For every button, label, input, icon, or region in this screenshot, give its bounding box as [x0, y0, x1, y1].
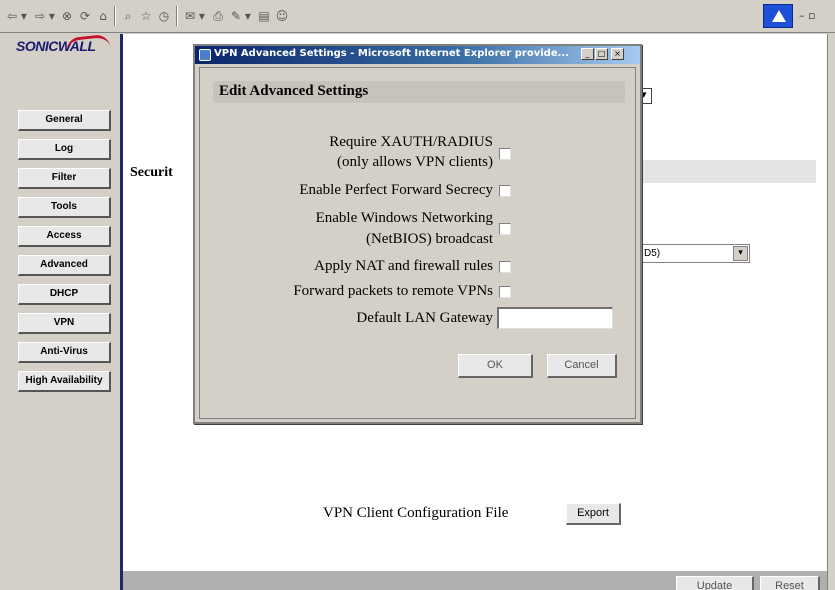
refresh-icon[interactable]: ⟳	[78, 7, 92, 25]
forward-checkbox[interactable]	[499, 286, 511, 298]
chevron-down-icon[interactable]: ▾	[733, 246, 748, 261]
discuss-icon[interactable]: ▤	[257, 7, 271, 25]
dialog-title: VPN Advanced Settings - Microsoft Intern…	[214, 48, 570, 59]
nat-label: Apply NAT and firewall rules	[314, 258, 493, 274]
maximize-icon[interactable]: □	[595, 48, 608, 60]
window-controls-icon[interactable]: – ▫	[799, 9, 815, 22]
pfs-label: Enable Perfect Forward Secrecy	[299, 182, 493, 198]
reset-button[interactable]: Reset	[760, 576, 820, 590]
stop-icon[interactable]: ⊗	[60, 7, 74, 25]
nav-general-button[interactable]: General	[18, 110, 111, 131]
dialog-header-band: Edit Advanced Settings	[213, 81, 625, 103]
edit-icon[interactable]: ✎ ▾	[229, 7, 253, 25]
nav-vpn-button[interactable]: VPN	[18, 313, 111, 334]
security-section-label: Securit	[130, 165, 173, 180]
netbios-label-line1: Enable Windows Networking	[315, 210, 493, 226]
toolbar-separator	[176, 6, 178, 26]
search-icon[interactable]: ⌕	[121, 7, 135, 25]
minimize-icon[interactable]: _	[581, 48, 594, 60]
dialog-heading: Edit Advanced Settings	[219, 83, 369, 99]
scrollbar-edge[interactable]	[827, 34, 835, 590]
vpn-advanced-settings-dialog: VPN Advanced Settings - Microsoft Intern…	[193, 44, 642, 424]
nav-dhcp-button[interactable]: DHCP	[18, 284, 111, 305]
back-icon[interactable]: ⇦ ▾	[4, 7, 30, 25]
forward-icon[interactable]: ⇨ ▾	[32, 7, 58, 25]
nav-advanced-button[interactable]: Advanced	[18, 255, 111, 276]
favorites-icon[interactable]: ☆	[139, 7, 153, 25]
cancel-button[interactable]: Cancel	[547, 354, 617, 378]
close-icon[interactable]: ×	[611, 48, 624, 60]
nav-log-button[interactable]: Log	[18, 139, 111, 160]
nav-filter-button[interactable]: Filter	[18, 168, 111, 189]
export-button[interactable]: Export	[566, 503, 621, 525]
netbios-checkbox[interactable]	[499, 223, 511, 235]
background-select[interactable]: D5) ▾	[640, 244, 750, 263]
xauth-label-line1: Require XAUTH/RADIUS	[329, 134, 493, 150]
pfs-checkbox[interactable]	[499, 185, 511, 197]
section-header-band	[640, 160, 816, 183]
mail-icon[interactable]: ✉ ▾	[183, 7, 207, 25]
xauth-label-line2: (only allows VPN clients)	[337, 154, 493, 170]
home-icon[interactable]: ⌂	[96, 7, 110, 25]
vpn-client-config-label: VPN Client Configuration File	[323, 505, 509, 521]
dialog-titlebar[interactable]: VPN Advanced Settings - Microsoft Intern…	[195, 46, 640, 64]
ie-logo-icon	[763, 4, 793, 28]
netbios-label-line2: (NetBIOS) broadcast	[365, 231, 493, 247]
nav-tools-button[interactable]: Tools	[18, 197, 111, 218]
messenger-icon[interactable]: ☺	[275, 7, 289, 25]
update-button[interactable]: Update	[676, 576, 754, 590]
xauth-checkbox[interactable]	[499, 148, 511, 160]
gateway-label: Default LAN Gateway	[356, 310, 493, 326]
background-select-value: D5)	[644, 248, 661, 259]
print-icon[interactable]: ⎙	[211, 7, 225, 25]
nav-high-availability-button[interactable]: High Availability	[18, 371, 111, 392]
nav-antivirus-button[interactable]: Anti-Virus	[18, 342, 111, 363]
history-icon[interactable]: ◷	[157, 7, 171, 25]
toolbar-separator	[114, 6, 116, 26]
gateway-input[interactable]	[497, 307, 613, 329]
browser-toolbar: ⇦ ▾ ⇨ ▾ ⊗ ⟳ ⌂ ⌕ ☆ ◷ ✉ ▾ ⎙ ✎ ▾ ▤ ☺ – ▫	[0, 0, 835, 33]
dialog-body: Edit Advanced Settings Require XAUTH/RAD…	[199, 67, 636, 419]
nav-access-button[interactable]: Access	[18, 226, 111, 247]
ok-button[interactable]: OK	[458, 354, 533, 378]
nat-checkbox[interactable]	[499, 261, 511, 273]
forward-label: Forward packets to remote VPNs	[293, 283, 493, 299]
ie-page-icon	[199, 49, 211, 61]
